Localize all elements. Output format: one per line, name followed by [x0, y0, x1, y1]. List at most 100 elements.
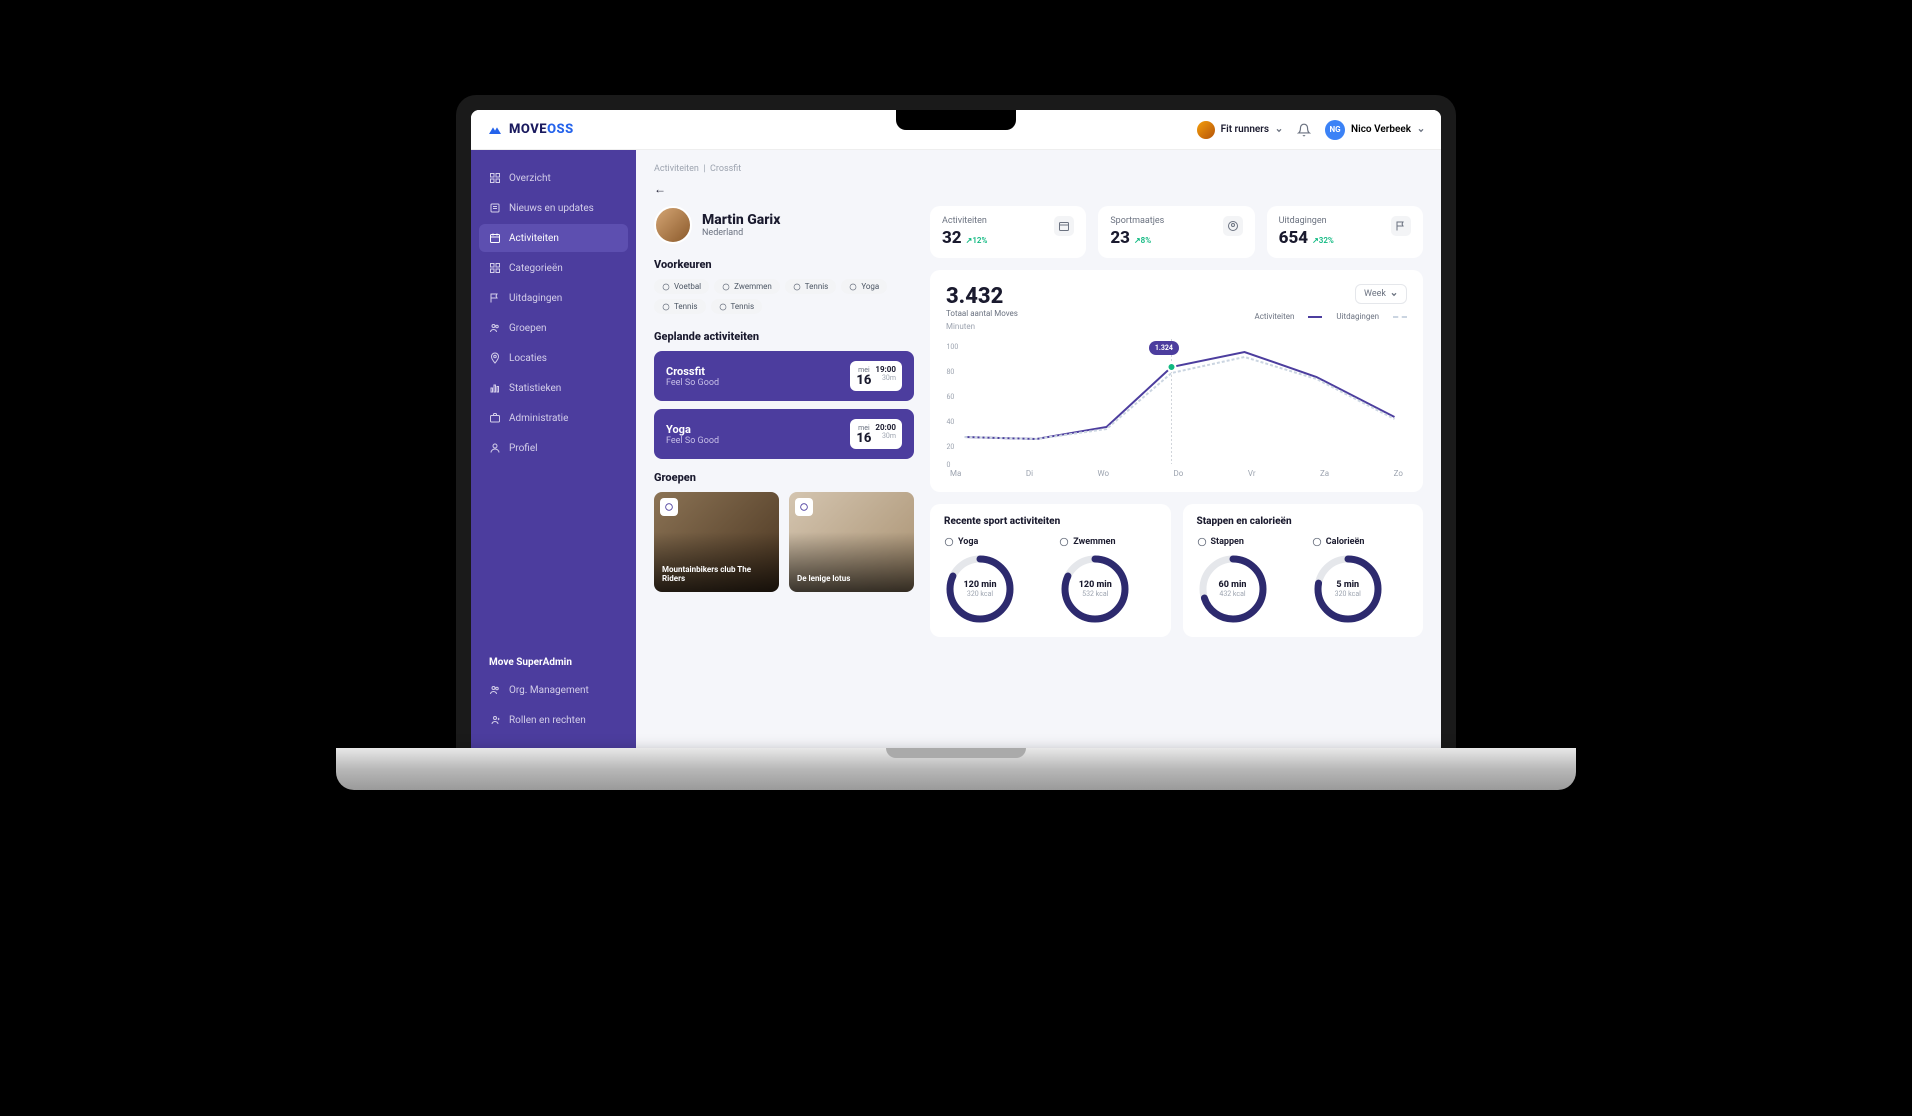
svg-text:60: 60: [947, 393, 955, 401]
ring-sub: 320 kcal: [967, 590, 993, 598]
stat-icon: [1223, 216, 1243, 236]
nav-label: Uitdagingen: [509, 293, 562, 304]
ring-sub: 432 kcal: [1219, 590, 1245, 598]
flag-icon: [489, 292, 501, 304]
pref-chip[interactable]: Zwemmen: [714, 279, 780, 294]
sidebar: Overzicht Nieuws en updates Activiteiten Ca…: [471, 150, 636, 750]
sidebar-item-org.-management[interactable]: Org. Management: [479, 676, 628, 704]
stat-card-sportmaatjes[interactable]: Sportmaatjes23↗8%: [1098, 206, 1254, 258]
ring-label: Zwemmen: [1059, 537, 1156, 547]
sidebar-item-nieuws-en-updates[interactable]: Nieuws en updates: [479, 194, 628, 222]
nav-label: Groepen: [509, 323, 547, 334]
sidebar-item-rollen-en-rechten[interactable]: Rollen en rechten: [479, 706, 628, 734]
pref-chip[interactable]: Tennis: [711, 299, 763, 314]
sidebar-item-overzicht[interactable]: Overzicht: [479, 164, 628, 192]
logo-text: MOVEOSS: [509, 122, 574, 137]
progress-ring: 120 min320 kcal: [944, 553, 1016, 625]
period-selector[interactable]: Week: [1355, 284, 1407, 304]
sidebar-item-categorieën[interactable]: Categorieën: [479, 254, 628, 282]
progress-ring: 60 min432 kcal: [1197, 553, 1269, 625]
stat-icon: [1054, 216, 1074, 236]
stat-card-activiteiten[interactable]: Activiteiten 32↗12%: [930, 206, 1086, 258]
ring-sub: 320 kcal: [1335, 590, 1361, 598]
pref-chip[interactable]: Tennis: [654, 299, 706, 314]
user-menu[interactable]: NG Nico Verbeek: [1325, 120, 1425, 140]
sidebar-item-profiel[interactable]: Profiel: [479, 434, 628, 462]
notifications-icon[interactable]: [1297, 123, 1311, 137]
breadcrumb-parent[interactable]: Activiteiten: [654, 164, 699, 174]
profile-avatar[interactable]: [654, 206, 692, 244]
ring-label: Yoga: [944, 537, 1041, 547]
groups-title: Groepen: [654, 471, 914, 484]
nav-label: Administratie: [509, 413, 568, 424]
chart-unit: Minuten: [946, 322, 1018, 331]
chart-x-tick: Za: [1320, 469, 1329, 478]
stat-label: Uitdagingen: [1279, 216, 1334, 226]
sidebar-item-groepen[interactable]: Groepen: [479, 314, 628, 342]
logo[interactable]: MOVEOSS: [487, 122, 574, 138]
svg-text:100: 100: [947, 343, 959, 351]
users-icon: [489, 322, 501, 334]
pref-chip[interactable]: Tennis: [785, 279, 837, 294]
chart-x-labels: MaDiWoDoVrZaZo: [946, 469, 1407, 478]
planned-date: mei1620:0030m: [850, 419, 902, 449]
stat-value: 23↗8%: [1110, 228, 1164, 248]
planned-activity-card[interactable]: CrossfitFeel So Goodmei1619:0030m: [654, 351, 914, 401]
stat-card-uitdagingen[interactable]: Uitdagingen 654↗32%: [1267, 206, 1423, 258]
chart-x-tick: Di: [1026, 469, 1033, 478]
ring-value: 60 min: [1219, 580, 1247, 590]
sidebar-item-statistieken[interactable]: Statistieken: [479, 374, 628, 402]
org-icon: [489, 684, 501, 696]
stat-value: 654↗32%: [1279, 228, 1334, 248]
chevron-down-icon: [1417, 126, 1425, 134]
chevron-down-icon: [1390, 290, 1398, 298]
progress-ring: 120 min532 kcal: [1059, 553, 1131, 625]
user-icon: [489, 442, 501, 454]
laptop-base: [336, 748, 1576, 790]
stat-icon: [1391, 216, 1411, 236]
left-column: Martin Garix Nederland Voorkeuren Voetba…: [654, 206, 914, 637]
sidebar-item-locaties[interactable]: Locaties: [479, 344, 628, 372]
svg-text:0: 0: [947, 461, 951, 469]
org-name: Fit runners: [1221, 124, 1269, 135]
stat-value: 32↗12%: [942, 228, 987, 248]
group-name: Mountainbikers club The Riders: [662, 565, 771, 584]
nav-label: Nieuws en updates: [509, 203, 594, 214]
sport-icon: [849, 283, 857, 291]
chart-svg: 100 80 60 40 20 0: [946, 339, 1407, 469]
sidebar-item-activiteiten[interactable]: Activiteiten: [479, 224, 628, 252]
nav-label: Statistieken: [509, 383, 561, 394]
planned-activity-card[interactable]: YogaFeel So Goodmei1620:0030m: [654, 409, 914, 459]
ring-block: Calorieën5 min320 kcal: [1312, 537, 1409, 625]
nav-label: Rollen en rechten: [509, 715, 586, 726]
pref-chip[interactable]: Voetbal: [654, 279, 709, 294]
org-selector[interactable]: Fit runners: [1197, 121, 1283, 139]
profile-header: Martin Garix Nederland: [654, 206, 914, 244]
main-content: Activiteiten | Crossfit ← Martin Garix N…: [636, 150, 1441, 750]
grid-icon: [489, 262, 501, 274]
calendar-icon: [489, 232, 501, 244]
nav-label: Locaties: [509, 353, 547, 364]
stat-delta: ↗32%: [1312, 236, 1334, 245]
sidebar-item-administratie[interactable]: Administratie: [479, 404, 628, 432]
profile-country: Nederland: [702, 228, 780, 238]
activity-icon: [944, 537, 954, 547]
org-avatar: [1197, 121, 1215, 139]
back-button[interactable]: ←: [654, 182, 666, 196]
pref-chip[interactable]: Yoga: [841, 279, 887, 294]
nav-label: Activiteiten: [509, 233, 559, 244]
news-icon: [489, 202, 501, 214]
activity-icon: [1197, 537, 1207, 547]
group-card[interactable]: Mountainbikers club The Riders: [654, 492, 779, 592]
sport-icon: [662, 303, 670, 311]
sidebar-item-uitdagingen[interactable]: Uitdagingen: [479, 284, 628, 312]
group-type-icon: [795, 498, 813, 516]
group-card[interactable]: De lenige lotus: [789, 492, 914, 592]
planned-name: Crossfit: [666, 365, 719, 378]
stat-label: Activiteiten: [942, 216, 987, 226]
ring-sub: 532 kcal: [1082, 590, 1108, 598]
svg-text:20: 20: [947, 443, 955, 451]
planned-sub: Feel So Good: [666, 378, 719, 388]
briefcase-icon: [489, 412, 501, 424]
user-name: Nico Verbeek: [1351, 124, 1411, 135]
